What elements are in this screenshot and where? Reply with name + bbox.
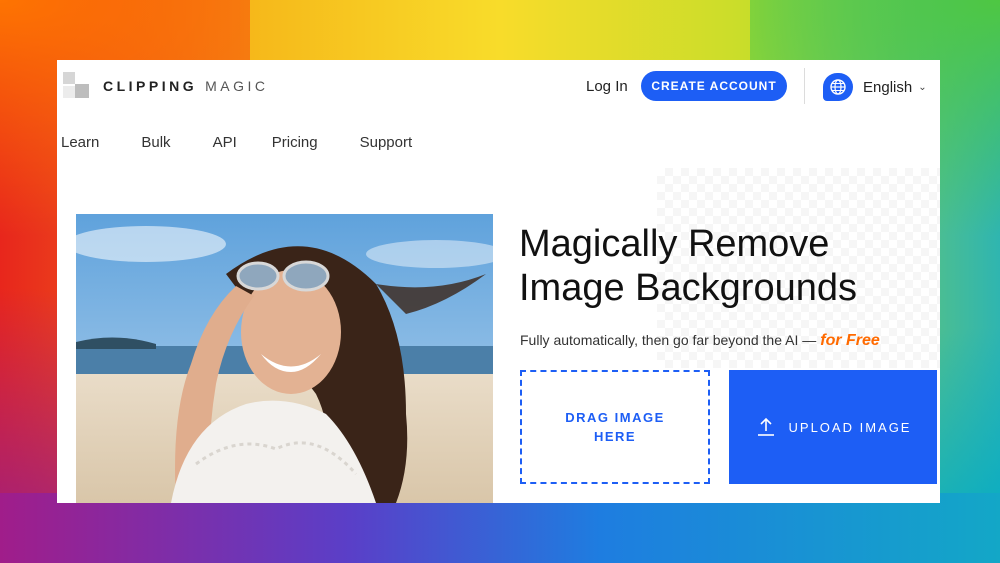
hero-image — [76, 214, 493, 503]
hero-headline: Magically Remove Image Backgrounds — [519, 222, 919, 310]
subtitle-text: Fully automatically, then go far beyond … — [520, 332, 817, 348]
main-nav: Learn Bulk API Pricing Support — [61, 134, 412, 151]
brand-name-light: MAGIC — [205, 78, 269, 94]
upload-image-button[interactable]: UPLOAD IMAGE — [729, 370, 937, 484]
chevron-down-icon: ⌄ — [918, 81, 927, 93]
create-account-button[interactable]: CREATE ACCOUNT — [641, 71, 787, 101]
nav-item-bulk[interactable]: Bulk — [141, 134, 170, 151]
brand-name: CLIPPING MAGIC — [103, 78, 269, 94]
website-window: CLIPPING MAGIC Log In CREATE ACCOUNT Engl… — [57, 60, 940, 503]
drag-image-label: DRAG IMAGE HERE — [565, 410, 665, 444]
language-label: English — [863, 78, 913, 96]
background-glow-bottom — [0, 493, 1000, 563]
nav-item-learn[interactable]: Learn — [61, 134, 99, 151]
hero-subtitle: Fully automatically, then go far beyond … — [520, 332, 880, 350]
header-divider — [804, 68, 805, 104]
headline-line-1: Magically Remove — [519, 223, 830, 265]
brand-logo[interactable]: CLIPPING MAGIC — [63, 72, 269, 100]
nav-item-api[interactable]: API — [213, 134, 237, 151]
upload-icon — [757, 417, 774, 436]
logo-mark-icon — [63, 72, 91, 100]
headline-line-2: Image Backgrounds — [519, 267, 857, 309]
brand-name-bold: CLIPPING — [103, 78, 198, 94]
login-link[interactable]: Log In — [586, 78, 628, 95]
globe-icon — [823, 73, 853, 101]
language-selector[interactable]: English ⌄ — [823, 73, 927, 101]
upload-image-label: UPLOAD IMAGE — [788, 419, 912, 435]
nav-item-support[interactable]: Support — [360, 134, 413, 151]
drag-image-dropzone[interactable]: DRAG IMAGE HERE — [520, 370, 710, 484]
nav-item-pricing[interactable]: Pricing — [272, 134, 318, 151]
subtitle-free-accent: for Free — [820, 332, 880, 349]
